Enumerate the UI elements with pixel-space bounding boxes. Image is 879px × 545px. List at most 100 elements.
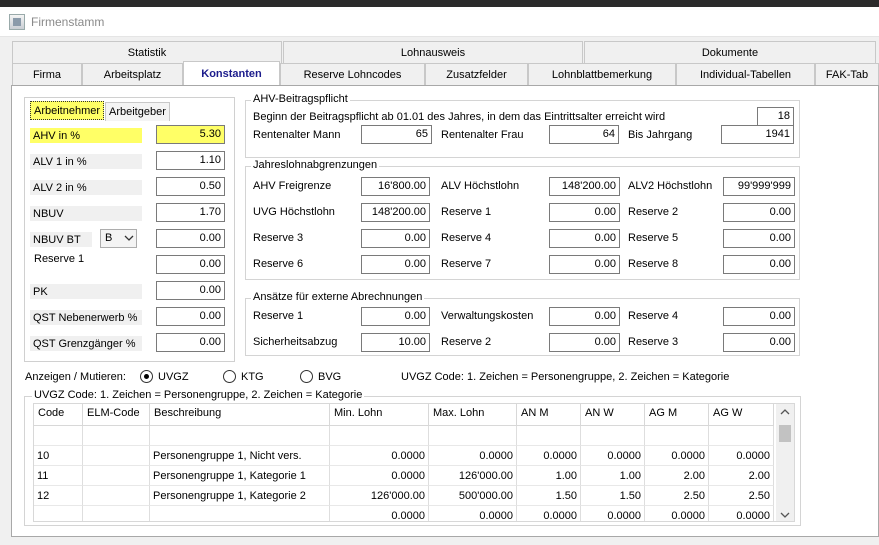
table-cell[interactable]: 0.0000 — [645, 506, 709, 521]
table-cell[interactable]: 0.0000 — [517, 506, 581, 521]
table-cell[interactable]: 2.00 — [645, 466, 709, 486]
input-alv-h-chstlohn[interactable]: 148'200.00 — [549, 177, 620, 196]
input-reserve-7[interactable]: 0.00 — [549, 255, 620, 274]
table-cell[interactable] — [709, 426, 774, 446]
table-cell[interactable]: 500'000.00 — [429, 486, 517, 506]
input-reserve-8[interactable]: 0.00 — [723, 255, 795, 274]
tab-lohnausweis[interactable]: Lohnausweis — [283, 41, 583, 63]
table-cell[interactable]: 0.0000 — [581, 506, 645, 521]
table-cell[interactable]: 0.0000 — [330, 506, 429, 521]
input-reserve-3[interactable]: 0.00 — [361, 229, 430, 248]
table-cell[interactable]: 1.00 — [517, 466, 581, 486]
table-cell[interactable] — [330, 426, 429, 446]
input-reserve-4[interactable]: 0.00 — [723, 307, 795, 326]
column-header-beschreibung[interactable]: Beschreibung — [150, 404, 330, 426]
input-reserve-1[interactable]: 0.00 — [549, 203, 620, 222]
radio-uvgz[interactable] — [140, 370, 153, 383]
input-reserve-4[interactable]: 0.00 — [549, 229, 620, 248]
input-reserve-2[interactable]: 0.00 — [549, 333, 620, 352]
uvgz-table[interactable]: Code ELM-Code Beschreibung Min. Lohn Max. Lo… — [33, 403, 795, 522]
tab-zusatzfelder[interactable]: Zusatzfelder — [425, 63, 528, 85]
table-cell[interactable]: 1.50 — [581, 486, 645, 506]
table-cell[interactable]: 0.0000 — [709, 506, 774, 521]
tab-fak-tab[interactable]: FAK-Tab — [815, 63, 879, 85]
input-ahv-in[interactable]: 5.30 — [156, 125, 225, 144]
input-uvg-h-chstlohn[interactable]: 148'200.00 — [361, 203, 430, 222]
input-qst-grenzg-nger[interactable]: 0.00 — [156, 333, 225, 352]
input-reserve-6[interactable]: 0.00 — [361, 255, 430, 274]
column-header-min-lohn[interactable]: Min. Lohn — [330, 404, 429, 426]
table-cell[interactable] — [34, 506, 83, 521]
input-qst-nebenerwerb[interactable]: 0.00 — [156, 307, 225, 326]
column-header-ag-w[interactable]: AG W — [709, 404, 774, 426]
table-cell[interactable] — [517, 426, 581, 446]
table-cell[interactable]: 1.50 — [517, 486, 581, 506]
tab-arbeitsplatz[interactable]: Arbeitsplatz — [82, 63, 183, 85]
table-cell[interactable]: Personengruppe 1, Kategorie 2 — [150, 486, 330, 506]
table-cell[interactable] — [83, 506, 150, 521]
table-cell[interactable] — [429, 426, 517, 446]
radio-bvg[interactable] — [300, 370, 313, 383]
table-cell[interactable]: Personengruppe 1, Kategorie 1 — [150, 466, 330, 486]
input-reserve-1[interactable]: 0.00 — [361, 307, 430, 326]
table-cell[interactable]: 0.0000 — [517, 446, 581, 466]
column-header-ag-m[interactable]: AG M — [645, 404, 709, 426]
column-header-an-w[interactable]: AN W — [581, 404, 645, 426]
beginn-input[interactable]: 18 — [757, 107, 794, 126]
table-cell[interactable]: 12 — [34, 486, 83, 506]
table-cell[interactable]: 0.0000 — [429, 506, 517, 521]
input-pk[interactable]: 0.00 — [156, 281, 225, 300]
input-bis-jahrgang[interactable]: 1941 — [721, 125, 794, 144]
input-nbuv[interactable]: 1.70 — [156, 203, 225, 222]
table-cell[interactable] — [83, 466, 150, 486]
table-cell[interactable] — [83, 426, 150, 446]
table-cell[interactable] — [150, 506, 330, 521]
input-reserve-2[interactable]: 0.00 — [723, 203, 795, 222]
table-cell[interactable]: 126'000.00 — [330, 486, 429, 506]
scroll-down-icon[interactable] — [780, 510, 790, 518]
input-alv-2-in[interactable]: 0.50 — [156, 177, 225, 196]
tab-individual-tabellen[interactable]: Individual-Tabellen — [676, 63, 815, 85]
scroll-thumb[interactable] — [779, 425, 791, 442]
radio-ktg[interactable] — [223, 370, 236, 383]
table-cell[interactable]: 2.50 — [645, 486, 709, 506]
table-cell[interactable]: 1.00 — [581, 466, 645, 486]
column-header-elm-code[interactable]: ELM-Code — [83, 404, 150, 426]
tab-firma[interactable]: Firma — [12, 63, 82, 85]
input-reserve-1[interactable]: 0.00 — [156, 255, 225, 274]
table-cell[interactable]: 2.00 — [709, 466, 774, 486]
column-header-an-m[interactable]: AN M — [517, 404, 581, 426]
input-sicherheitsabzug[interactable]: 10.00 — [361, 333, 430, 352]
table-cell[interactable] — [645, 426, 709, 446]
subtab-arbeitgeber[interactable]: Arbeitgeber — [105, 102, 170, 121]
table-cell[interactable]: Personengruppe 1, Nicht vers. — [150, 446, 330, 466]
vertical-scrollbar[interactable] — [776, 404, 794, 521]
tab-statistik[interactable]: Statistik — [12, 41, 282, 63]
tab-dokumente[interactable]: Dokumente — [584, 41, 876, 63]
input-alv2-h-chstlohn[interactable]: 99'999'999 — [723, 177, 795, 196]
input-reserve-3[interactable]: 0.00 — [723, 333, 795, 352]
table-cell[interactable] — [581, 426, 645, 446]
scroll-up-icon[interactable] — [780, 407, 790, 415]
table-cell[interactable]: 0.0000 — [330, 446, 429, 466]
table-cell[interactable]: 0.0000 — [645, 446, 709, 466]
table-cell[interactable]: 126'000.00 — [429, 466, 517, 486]
table-cell[interactable]: 0.0000 — [429, 446, 517, 466]
table-cell[interactable]: 2.50 — [709, 486, 774, 506]
column-header-code[interactable]: Code — [34, 404, 83, 426]
table-cell[interactable]: 11 — [34, 466, 83, 486]
table-cell[interactable] — [34, 426, 83, 446]
input-alv-1-in[interactable]: 1.10 — [156, 151, 225, 170]
table-cell[interactable] — [150, 426, 330, 446]
table-cell[interactable] — [83, 446, 150, 466]
column-header-max-lohn[interactable]: Max. Lohn — [429, 404, 517, 426]
input-rentenalter-mann[interactable]: 65 — [361, 125, 432, 144]
table-cell[interactable]: 0.0000 — [330, 466, 429, 486]
tab-lohnblattbemerkung[interactable]: Lohnblattbemerkung — [528, 63, 676, 85]
input-ahv-freigrenze[interactable]: 16'800.00 — [361, 177, 430, 196]
table-cell[interactable] — [83, 486, 150, 506]
input-verwaltungskosten[interactable]: 0.00 — [549, 307, 620, 326]
table-cell[interactable]: 0.0000 — [581, 446, 645, 466]
input-rentenalter-frau[interactable]: 64 — [549, 125, 619, 144]
input-nbuv-bt[interactable]: 0.00 — [156, 229, 225, 248]
